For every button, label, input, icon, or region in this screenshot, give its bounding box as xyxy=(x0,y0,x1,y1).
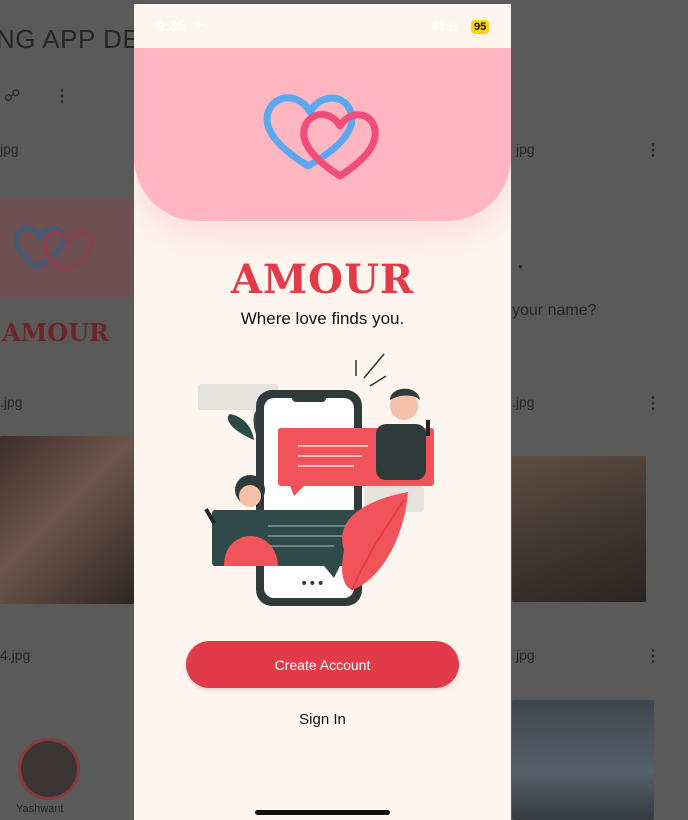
file-name[interactable]: .jpg xyxy=(0,394,23,410)
status-time: 9:35 xyxy=(156,18,187,35)
photo-thumbnail[interactable] xyxy=(512,700,654,820)
file-name[interactable]: jpg xyxy=(516,647,535,663)
svg-text:•••: ••• xyxy=(300,576,325,592)
file-menu-icon[interactable]: ⋮ xyxy=(645,393,661,413)
status-bar: 9:35 ➤ ▮▮ △ 95 xyxy=(134,4,511,48)
file-name[interactable]: .jpg xyxy=(512,394,535,410)
file-thumbnail[interactable] xyxy=(0,198,134,298)
phone-screen: 9:35 ➤ ▮▮ △ 95 AMOUR Where love finds yo… xyxy=(134,4,511,820)
file-name[interactable]: jpg xyxy=(0,141,19,157)
thumbnail-question-text: your name? xyxy=(512,302,597,319)
file-menu-icon[interactable]: ⋮ xyxy=(645,140,661,160)
file-menu-icon[interactable]: ⋮ xyxy=(645,646,661,666)
chat-illustration: ••• xyxy=(198,353,434,606)
home-indicator[interactable] xyxy=(255,810,390,815)
heart-logo-thumb-icon xyxy=(14,225,95,275)
signal-wifi-icon: ▮▮ △ xyxy=(432,18,458,32)
file-name[interactable]: jpg xyxy=(516,141,535,157)
link-icon[interactable]: ☍ xyxy=(4,86,20,106)
avatar[interactable] xyxy=(18,738,80,800)
double-heart-logo-icon xyxy=(263,94,379,180)
avatar-name: Yashwant xyxy=(16,803,64,815)
battery-badge: 95 xyxy=(471,20,490,34)
dot: ● xyxy=(518,262,523,271)
app-tagline: Where love finds you. xyxy=(240,309,405,328)
photo-thumbnail[interactable] xyxy=(0,436,134,604)
photo-thumbnail[interactable] xyxy=(512,456,646,602)
thumbnail-brand-text: AMOUR xyxy=(2,318,109,347)
location-arrow-icon: ➤ xyxy=(194,18,205,32)
app-brand-title: AMOUR xyxy=(230,256,415,303)
create-account-button[interactable]: Create Account xyxy=(186,641,459,688)
sign-in-link[interactable]: Sign In xyxy=(134,711,511,728)
file-name[interactable]: 4.jpg xyxy=(0,647,30,663)
more-options-icon[interactable]: ⋮ xyxy=(54,86,70,106)
